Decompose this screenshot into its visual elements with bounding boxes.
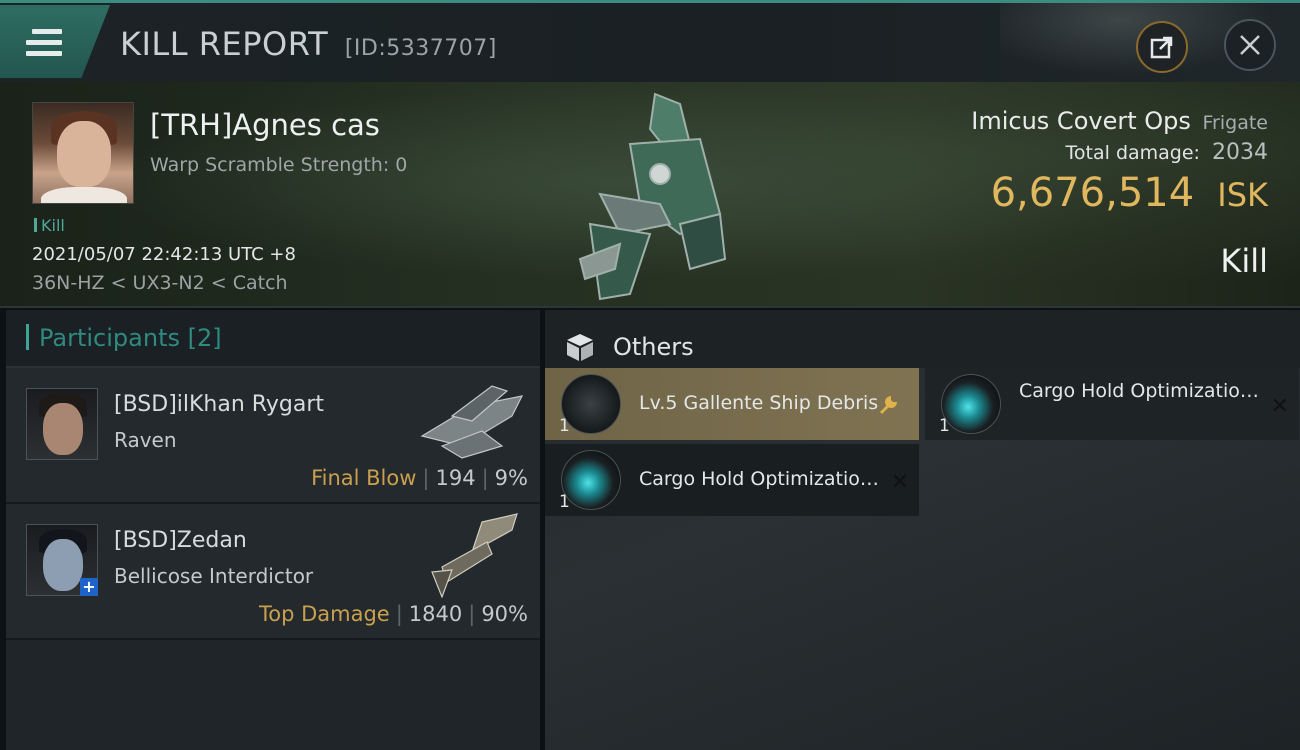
title-text: KILL REPORT [120, 25, 329, 63]
participant-stats: Final Blow | 194 | 9% [311, 466, 528, 490]
ship-debris-icon [561, 374, 621, 434]
cube-icon [567, 333, 593, 361]
add-contact-icon[interactable]: + [80, 578, 98, 596]
participant-name: [BSD]Zedan [114, 528, 247, 553]
participant-ship: Bellicose Interdictor [114, 564, 314, 588]
isk-value: 6,676,514 ISK [991, 170, 1268, 216]
warp-scramble-strength: Warp Scramble Strength: 0 [150, 154, 408, 176]
victim-portrait[interactable] [32, 102, 134, 204]
participants-header: Participants [2] [6, 310, 540, 368]
participant-name: [BSD]ilKhan Rygart [114, 392, 325, 417]
kill-tag-label: Kill [41, 216, 65, 235]
item-quantity: 1 [559, 492, 570, 512]
participant-ship-image [420, 385, 524, 459]
dropped-item[interactable]: 1 Lv.5 Gallente Ship Debris [545, 368, 919, 440]
kill-tag: Kill [34, 216, 65, 235]
participant-damage: 1840 [408, 602, 463, 626]
kill-location[interactable]: 36N-HZ < UX3-N2 < Catch [32, 272, 288, 294]
participant-row[interactable]: [BSD]ilKhan Rygart Raven Final Blow | 194 |… [6, 368, 540, 504]
close-icon [1240, 35, 1260, 55]
participant-row[interactable]: + [BSD]Zedan Bellicose Interdictor Top D… [6, 504, 540, 640]
participant-ship: Raven [114, 428, 177, 452]
share-external-icon [1150, 36, 1173, 59]
close-button[interactable] [1224, 19, 1276, 71]
participant-ship-image [431, 513, 518, 598]
participant-stats: Top Damage | 1840 | 90% [258, 602, 528, 626]
hamburger-menu-icon [26, 29, 62, 62]
participant-percent: 9% [494, 466, 528, 490]
kill-result: Kill [1220, 242, 1268, 280]
item-quantity: 1 [939, 416, 950, 436]
others-header: Others [545, 310, 1300, 368]
item-quantity: 1 [559, 416, 570, 436]
cargo-module-icon [941, 374, 1001, 434]
victim-name[interactable]: [TRH]Agnes cas [150, 108, 380, 142]
item-name: Lv.5 Gallente Ship Debris [639, 392, 879, 414]
participant-percent: 90% [481, 602, 528, 626]
total-damage: Total damage: 2034 [1066, 140, 1268, 165]
dropped-item[interactable]: 1 Cargo Hold Optimization... ✕ [925, 368, 1299, 440]
page-title: KILL REPORT [ID:5337707] [120, 25, 497, 63]
participants-count: [2] [187, 324, 222, 352]
header-bar: KILL REPORT [ID:5337707] [0, 0, 1300, 85]
cargo-module-icon [561, 450, 621, 510]
dropped-item[interactable]: 1 Cargo Hold Optimization... ✕ [545, 444, 919, 516]
isk-unit: ISK [1217, 176, 1268, 214]
participants-panel: Participants [2] [BSD]ilKhan Rygart Rave… [6, 310, 540, 750]
others-panel: Others 1 Lv.5 Gallente Ship Debris 1 Car… [545, 310, 1300, 750]
participant-role: Top Damage [258, 602, 390, 626]
item-name: Cargo Hold Optimization... [1019, 380, 1269, 402]
total-damage-label: Total damage: [1065, 142, 1200, 164]
share-button[interactable] [1136, 21, 1188, 73]
victim-ship-class: Frigate [1202, 112, 1268, 134]
participant-damage: 194 [435, 466, 476, 490]
kill-datetime: 2021/05/07 22:42:13 UTC +8 [32, 244, 296, 265]
item-name: Cargo Hold Optimization... [639, 468, 889, 490]
wrench-icon [880, 396, 897, 414]
victim-ship: Imicus Covert Ops Frigate [971, 107, 1268, 135]
victim-ship-image[interactable] [560, 84, 750, 306]
participant-role: Final Blow [311, 466, 417, 490]
victim-banner: [TRH]Agnes cas Warp Scramble Strength: 0… [0, 82, 1300, 308]
participants-title: Participants [39, 324, 180, 352]
x-mark-icon: ✕ [1270, 394, 1289, 419]
x-mark-icon: ✕ [890, 470, 909, 495]
total-damage-value: 2034 [1212, 140, 1268, 165]
isk-amount: 6,676,514 [990, 170, 1195, 216]
others-title: Others [613, 332, 694, 361]
menu-button[interactable] [0, 5, 110, 78]
victim-ship-name[interactable]: Imicus Covert Ops [971, 107, 1191, 135]
report-id: [ID:5337707] [344, 36, 497, 61]
participant-avatar[interactable] [26, 388, 98, 460]
